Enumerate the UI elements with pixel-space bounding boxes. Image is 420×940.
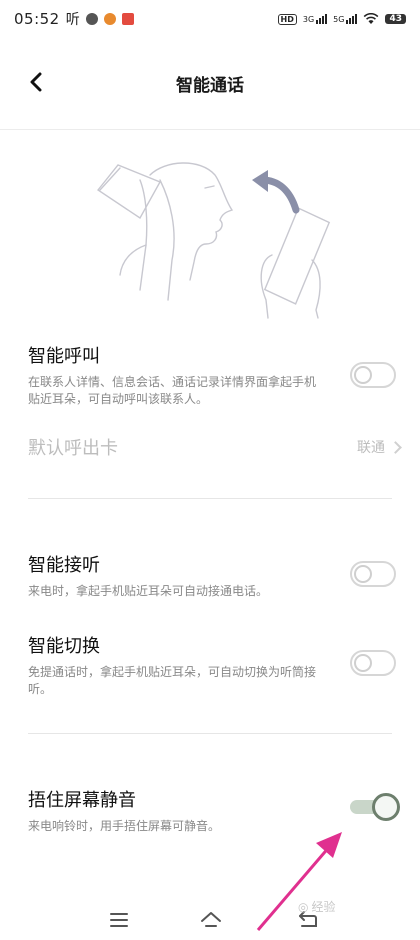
- network-type-2: 5G: [333, 15, 345, 24]
- page-header: 智能通话: [0, 58, 420, 108]
- chevron-right-icon: [389, 440, 402, 454]
- watermark: ◎ 经验: [298, 898, 336, 915]
- smart-call-title: 智能呼叫: [28, 346, 100, 367]
- smart-call-toggle[interactable]: [350, 362, 396, 388]
- smart-answer-row[interactable]: 智能接听 来电时，拿起手机贴近耳朵可自动接通电话。: [28, 551, 400, 599]
- default-sim-row: 默认呼出卡 联通: [28, 430, 402, 464]
- cover-mute-row[interactable]: 捂住屏幕静音 来电响铃时，用手捂住屏幕可静音。: [28, 786, 400, 834]
- watermark-logo-icon: ◎: [298, 899, 309, 914]
- back-button[interactable]: [22, 68, 50, 96]
- cover-mute-description: 来电响铃时，用手捂住屏幕可静音。: [28, 819, 221, 833]
- smart-answer-title: 智能接听: [28, 555, 100, 576]
- default-sim-value: 联通: [357, 440, 385, 456]
- section-divider: [28, 498, 392, 499]
- smart-answer-toggle[interactable]: [350, 561, 396, 587]
- home-icon[interactable]: [199, 908, 223, 932]
- wifi-icon: [364, 13, 379, 24]
- weibo-icon: [103, 13, 116, 25]
- signal-icon-2: 5G: [333, 14, 358, 24]
- network-type-1: 3G: [302, 15, 315, 24]
- cover-mute-toggle[interactable]: [350, 793, 400, 821]
- battery-icon: 43: [385, 14, 406, 24]
- status-bar: 05:52 听 HD 3G 5G 43: [0, 0, 420, 38]
- default-sim-label: 默认呼出卡: [28, 438, 118, 459]
- section-divider: [28, 733, 392, 734]
- menu-icon[interactable]: [107, 908, 131, 932]
- cover-mute-title: 捂住屏幕静音: [28, 790, 136, 811]
- app-notification-icon: [121, 13, 134, 25]
- smart-switch-description: 免提通话时，拿起手机贴近耳朵，可自动切换为听筒接听。: [28, 665, 317, 696]
- hd-badge: HD: [277, 13, 297, 25]
- header-divider: [0, 129, 420, 130]
- page-title: 智能通话: [176, 75, 244, 96]
- smart-call-description: 在联系人详情、信息会话、通话记录详情界面拿起手机贴近耳朵，可自动呼叫该联系人。: [28, 375, 317, 406]
- smart-answer-description: 来电时，拿起手机贴近耳朵可自动接通电话。: [28, 584, 269, 598]
- chevron-left-icon: [30, 72, 42, 92]
- bottom-navigation: [0, 898, 420, 940]
- notification-icon: [85, 13, 98, 25]
- signal-icon-1: 3G: [302, 14, 328, 24]
- smart-call-row[interactable]: 智能呼叫 在联系人详情、信息会话、通话记录详情界面拿起手机贴近耳朵，可自动呼叫该…: [28, 342, 400, 406]
- smart-switch-toggle[interactable]: [350, 650, 396, 676]
- status-time: 05:52: [14, 10, 60, 28]
- smart-switch-title: 智能切换: [28, 636, 100, 657]
- smart-call-illustration: [96, 162, 331, 319]
- smart-switch-row[interactable]: 智能切换 免提通话时，拿起手机贴近耳朵，可自动切换为听筒接听。: [28, 632, 400, 696]
- status-app-indicator: 听: [65, 12, 80, 28]
- watermark-text: 经验: [311, 900, 336, 914]
